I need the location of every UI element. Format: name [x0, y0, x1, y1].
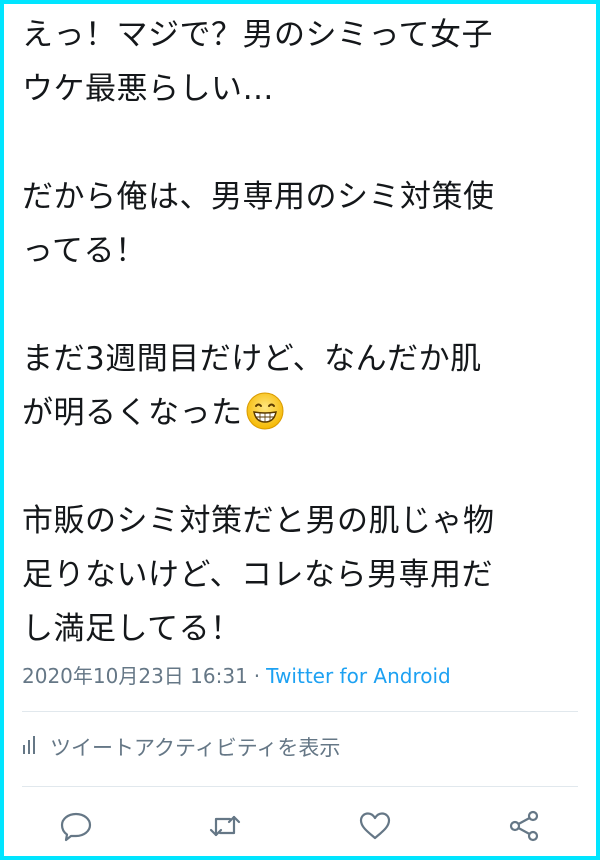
retweet-button[interactable]	[205, 808, 245, 848]
tweet-text: えっ！マジで？男のシミって女子 ウケ最悪らしい… だから俺は、男専用のシミ対策使…	[22, 8, 582, 656]
tweet-line: 足りないけど、コレなら男専用だ	[22, 557, 493, 593]
tweet-paragraph-2: だから俺は、男専用のシミ対策使 ってる！	[22, 170, 582, 278]
like-icon	[358, 809, 392, 847]
tweet-metadata: 2020年10月23日 16:31 · Twitter for Android	[22, 660, 451, 689]
tweet-timestamp[interactable]: 2020年10月23日 16:31	[22, 664, 248, 688]
reply-button[interactable]	[56, 808, 96, 848]
tweet-paragraph-4: 市販のシミ対策だと男の肌じゃ物 足りないけど、コレなら男専用だ し満足してる！	[22, 494, 582, 656]
tweet-line: が明るくなった	[22, 395, 243, 431]
tweet-source-link[interactable]: Twitter for Android	[266, 664, 451, 688]
tweet-line: えっ！マジで？男のシミって女子	[22, 17, 493, 53]
reply-icon	[59, 809, 93, 847]
tweet-paragraph-1: えっ！マジで？男のシミって女子 ウケ最悪らしい…	[22, 8, 582, 116]
tweet-line: 市販のシミ対策だと男の肌じゃ物	[22, 503, 495, 539]
tweet-activity-label: ツイートアクティビティを表示	[50, 736, 341, 760]
tweet-line: ウケ最悪らしい…	[22, 71, 274, 107]
share-button[interactable]	[504, 808, 544, 848]
meta-separator: ·	[253, 664, 261, 688]
like-button[interactable]	[355, 808, 395, 848]
tweet-line: し満足してる！	[22, 611, 242, 647]
divider	[22, 786, 578, 787]
bar-chart-icon	[22, 735, 38, 760]
retweet-icon	[208, 809, 242, 847]
share-icon	[507, 809, 541, 847]
tweet-line: まだ3週間目だけど、なんだか肌	[22, 341, 482, 377]
tweet-action-bar	[40, 808, 560, 848]
tweet-activity-button[interactable]: ツイートアクティビティを表示	[22, 732, 340, 762]
tweet-paragraph-3: まだ3週間目だけど、なんだか肌 が明るくなった	[22, 332, 582, 440]
divider	[22, 711, 578, 712]
grinning-face-emoji-icon	[245, 391, 285, 431]
tweet-line: だから俺は、男専用のシミ対策使	[22, 179, 495, 215]
tweet-line: ってる！	[22, 233, 147, 269]
